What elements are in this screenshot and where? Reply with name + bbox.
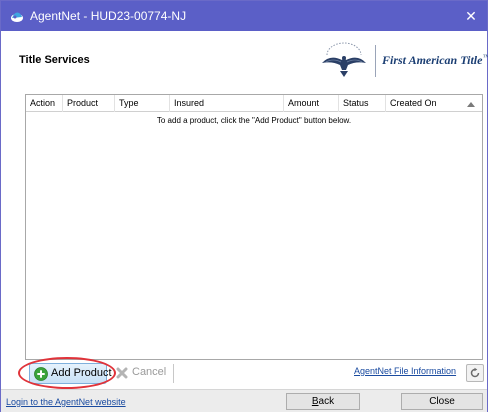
cancel-label: Cancel [132,366,167,378]
brand-name: First American Title™ [382,53,488,68]
page-header: Title Services First American Title™ [1,31,488,87]
back-label-rest: ack [318,396,335,407]
column-header-status[interactable]: Status [339,95,386,112]
login-to-agentnet-link[interactable]: Login to the AgentNet website [6,397,126,407]
products-grid[interactable]: Action Product Type Insured Amount Statu… [25,94,483,360]
column-header-insured[interactable]: Insured [170,95,284,112]
refresh-icon [470,367,480,378]
x-icon [115,366,129,380]
page-title: Title Services [19,54,90,66]
logo-divider [375,45,376,77]
add-product-label: Add Product [51,367,112,379]
plus-circle-icon [34,367,48,381]
window-title: AgentNet - HUD23-00774-NJ [30,9,187,23]
column-header-amount[interactable]: Amount [284,95,339,112]
back-button[interactable]: Back [286,393,360,410]
agentnet-file-information-link[interactable]: AgentNet File Information [354,366,456,376]
column-header-product[interactable]: Product [63,95,115,112]
agentnet-app-icon [10,9,24,23]
add-product-button[interactable]: Add Product [29,363,112,384]
close-window-button[interactable]: ✕ [461,6,481,26]
cancel-button[interactable]: Cancel [112,363,172,384]
title-bar[interactable]: AgentNet - HUD23-00774-NJ ✕ [1,1,487,31]
footer-bar: Login to the AgentNet website Back Close [1,389,487,412]
trademark-mark: ™ [482,53,488,61]
close-button[interactable]: Close [401,393,483,410]
brand-name-text: First American Title [382,53,483,67]
back-mnemonic: B [311,396,319,407]
toolbar-separator [173,364,174,383]
grid-header-row: Action Product Type Insured Amount Statu… [26,95,482,112]
refresh-button[interactable] [466,364,484,382]
eagle-logo-icon [320,42,368,80]
column-header-type[interactable]: Type [115,95,170,112]
empty-grid-message: To add a product, click the "Add Product… [156,116,352,125]
close-icon: ✕ [465,8,477,24]
column-header-action[interactable]: Action [26,95,63,112]
sort-ascending-icon [467,102,475,107]
agentnet-window: AgentNet - HUD23-00774-NJ ✕ Title Servic… [0,0,488,412]
grid-toolbar: Add Product Cancel AgentNet File Informa… [1,362,487,386]
